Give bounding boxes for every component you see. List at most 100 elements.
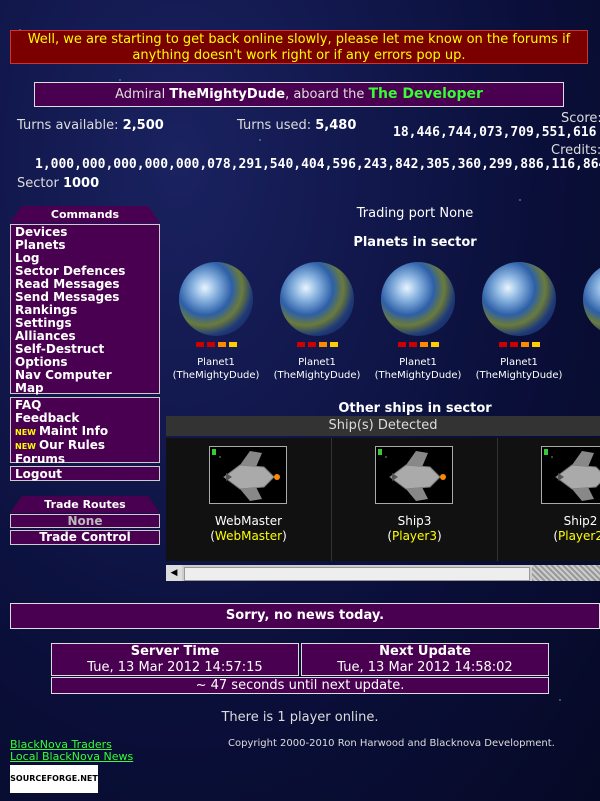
trade-route-none: None [10,514,160,528]
commands-header: Commands [10,206,160,223]
spaceship-icon [378,449,446,501]
ship-cell[interactable]: Ship3 (Player3) [332,438,498,561]
scroll-left-arrow[interactable]: ◀ [166,565,182,581]
turns-available-label: Turns available: [17,118,119,133]
planet-owner: (TheM [570,369,600,382]
next-update-value: Tue, 13 Mar 2012 14:58:02 [337,660,513,675]
planet-icon[interactable] [280,262,354,336]
status-bar [228,342,237,347]
help-label: Forums [15,452,66,466]
planet-cell[interactable]: Planet1 (TheMightyDude) [368,262,468,382]
planet-name[interactable]: Planet1 [166,356,266,369]
status-bar [296,342,305,347]
turns-used-value: 5,480 [315,118,357,133]
status-bar [397,342,406,347]
logout-box: Logout [10,466,160,481]
turns-available-value: 2,500 [122,118,164,133]
planet-owner: (TheMightyDude) [475,370,563,381]
status-bar [419,342,428,347]
status-bar [217,342,226,347]
planet-cell[interactable]: P(TheM [570,262,600,382]
next-update-box: Next Update Tue, 13 Mar 2012 14:58:02 [301,643,549,676]
planet-cell[interactable]: Planet1 (TheMightyDude) [267,262,367,382]
spaceship-icon [212,449,280,501]
turns-available: Turns available: 2,500 [17,118,164,133]
ship-image[interactable] [541,446,600,504]
planet-icon[interactable] [381,262,455,336]
ship-name: The Developer [368,86,483,102]
ships-row: WebMaster (WebMaster) Ship3 (Player3) Ship2(… [166,438,600,561]
credits-value: 1,000,000,000,000,000,078,291,540,404,59… [35,157,600,172]
new-badge: NEW [15,428,36,437]
news-box: Sorry, no news today. [10,603,600,629]
score-value: 18,446,744,073,709,551,616 [393,125,597,140]
ship-owner: (Player2) [498,529,600,543]
sector-info: Sector 1000 [17,176,99,191]
logout-link[interactable]: Logout [15,468,155,481]
player-header: Admiral TheMightyDude, aboard the The De… [34,82,564,107]
help-maint-info[interactable]: NEW Maint Info [15,425,155,439]
planet-icon[interactable] [482,262,556,336]
aboard-text: , aboard the [285,87,365,102]
planets-row: Planet1 (TheMightyDude) Planet1 (TheMightyD… [166,262,600,387]
planet-owner: (TheMightyDude) [172,370,260,381]
announcement-banner: Well, we are starting to get back online… [10,30,588,64]
help-our-rules[interactable]: NEW Our Rules [15,439,155,453]
ship-owner-name: Player3 [392,529,437,543]
planet-status-bars [166,342,266,347]
trading-port[interactable]: Trading port None [300,206,530,221]
sourceforge-logo[interactable]: SOURCEFORGE.NET [10,765,98,793]
server-time-box: Server Time Tue, 13 Mar 2012 14:57:15 [51,643,299,676]
planet-icon[interactable] [583,262,600,336]
ship-cell[interactable]: WebMaster (WebMaster) [166,438,332,561]
ship-owner-name: Player2 [558,529,600,543]
sector-value: 1000 [62,176,100,191]
ship-cell[interactable]: Ship2(Player2) [498,438,600,561]
status-bar [318,342,327,347]
next-update-label: Next Update [379,644,471,659]
help-label: Our Rules [38,438,106,452]
status-bar [520,342,529,347]
status-bar [430,342,439,347]
status-bar [206,342,215,347]
help-menu: FAQ Feedback NEW Maint Info NEW Our Rules Foru… [10,397,160,466]
ships-scrollbar[interactable]: ◀ [166,565,600,581]
commands-menu: Devices Planets Log Sector Defences Read Mes… [10,224,160,395]
ship-name[interactable]: Ship2 [498,514,600,528]
status-bar [307,342,316,347]
new-badge: NEW [15,442,36,451]
trade-routes-header: Trade Routes [10,496,160,513]
ship-name[interactable]: Ship3 [332,514,497,528]
planet-icon[interactable] [179,262,253,336]
planet-name[interactable]: P [570,356,600,369]
ship-owner: (Player3) [387,529,442,543]
ship-owner: (WebMaster) [210,529,287,543]
planet-status-bars [267,342,367,347]
scroll-track[interactable] [532,565,600,581]
planet-status-bars [368,342,468,347]
help-label: Feedback [15,411,80,425]
admiral-prefix: Admiral [115,87,166,102]
turns-used-label: Turns used: [237,118,312,133]
help-forums[interactable]: Forums [15,453,155,466]
trade-control-link[interactable]: Trade Control [10,530,160,545]
ship-image[interactable] [375,446,453,504]
status-bar [498,342,507,347]
credits-label: Credits: [551,143,600,158]
scroll-thumb[interactable] [184,567,530,581]
planet-status-bars [570,342,600,347]
planet-name[interactable]: Planet1 [267,356,367,369]
command-map[interactable]: Map [15,382,155,395]
local-news-link[interactable]: Local BlackNova News [10,750,133,763]
planet-owner: (TheMightyDude) [374,370,462,381]
ship-name[interactable]: WebMaster [166,514,331,528]
planet-name[interactable]: Planet1 [368,356,468,369]
planet-cell[interactable]: Planet1 (TheMightyDude) [166,262,266,382]
planet-name[interactable]: Planet1 [469,356,569,369]
ship-image[interactable] [209,446,287,504]
countdown-box: ~ 47 seconds until next update. [51,677,549,694]
status-bar [329,342,338,347]
help-label: FAQ [15,398,42,412]
planet-cell[interactable]: Planet1 (TheMightyDude) [469,262,569,382]
player-name: TheMightyDude [169,87,286,102]
